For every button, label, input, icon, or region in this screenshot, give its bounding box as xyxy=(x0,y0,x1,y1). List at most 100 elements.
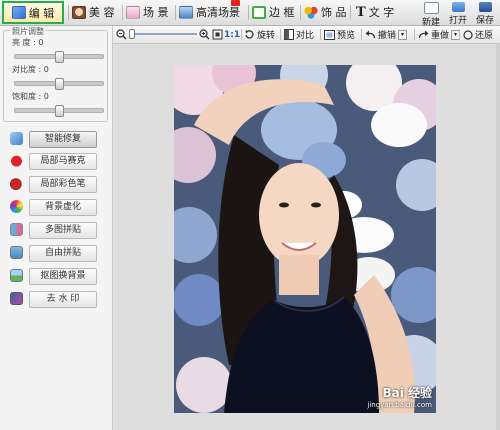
tab-accessory[interactable]: 饰 品 xyxy=(304,2,347,22)
open-folder-icon xyxy=(451,2,465,12)
watermark-brand: Bai 经验 xyxy=(382,386,432,400)
multi-collage-button[interactable]: 多图拼贴 xyxy=(29,222,97,239)
zoom-in-icon xyxy=(199,29,210,40)
fit-window-button[interactable] xyxy=(212,27,223,42)
free-collage-icon xyxy=(10,246,23,259)
new-file-icon xyxy=(423,2,439,14)
rotate-label: 旋转 xyxy=(257,31,276,41)
redo-icon xyxy=(418,30,429,38)
toolbar-divider xyxy=(241,29,242,40)
mosaic-button[interactable]: 局部马赛克 xyxy=(29,153,97,170)
main-tab-bar: 编 辑 美 容 场 景 高清场景 边 框 饰 品 T 文 字 新建 打开 保存 xyxy=(0,0,500,28)
preview-button[interactable]: 预览 xyxy=(324,27,355,42)
open-button[interactable]: 打开 xyxy=(445,2,471,26)
photo-adjust-title: 照片调整 xyxy=(10,26,46,37)
tab-divider xyxy=(248,5,249,20)
free-collage-button[interactable]: 自由拼贴 xyxy=(29,245,97,262)
save-button[interactable]: 保存 xyxy=(472,2,498,26)
toolbar-divider xyxy=(280,29,281,40)
remove-watermark-button[interactable]: 去 水 印 xyxy=(29,291,97,308)
contrast-label: 对比度 : 0 xyxy=(12,65,49,74)
tab-edit-label: 编 辑 xyxy=(28,6,55,20)
tab-edit[interactable]: 编 辑 xyxy=(2,1,64,24)
heart-mosaic-icon xyxy=(10,154,23,167)
tab-frame[interactable]: 边 框 xyxy=(252,2,295,22)
zoom-slider-handle[interactable] xyxy=(129,29,135,39)
blur-bg-icon xyxy=(10,200,23,213)
toolbar-divider xyxy=(459,29,460,40)
fit-window-icon xyxy=(212,29,223,40)
redo-label: 重做 xyxy=(431,31,450,41)
undo-icon xyxy=(365,30,376,38)
image-canvas[interactable]: Bai 经验 jingyan.baidu.com xyxy=(113,44,497,430)
tab-hd-scene[interactable]: 高清场景 xyxy=(179,0,240,22)
zoom-out-icon xyxy=(116,29,127,40)
magic-repair-icon xyxy=(10,132,23,145)
tab-divider xyxy=(122,5,123,20)
accessory-icon xyxy=(304,5,318,19)
compare-button[interactable]: 对比 xyxy=(284,27,314,42)
brightness-slider-handle[interactable] xyxy=(55,51,64,63)
saturation-slider[interactable] xyxy=(14,105,104,117)
restore-label: 还原 xyxy=(475,31,494,41)
tab-divider xyxy=(175,5,176,20)
image-toolbar: 1:1 旋转 对比 预览 撤销 ▾ 重做 ▾ 还原 xyxy=(113,26,500,44)
brightness-slider[interactable] xyxy=(14,51,104,63)
actual-size-button[interactable]: 1:1 xyxy=(224,27,240,42)
contrast-slider[interactable] xyxy=(14,78,104,90)
tab-divider xyxy=(300,5,301,20)
watermark: Bai 经验 jingyan.baidu.com xyxy=(367,387,432,411)
photo-portrait-image xyxy=(174,65,436,413)
smart-repair-button[interactable]: 智能修复 xyxy=(29,131,97,148)
contrast-slider-handle[interactable] xyxy=(55,78,64,90)
beauty-face-icon xyxy=(72,5,86,19)
edit-icon xyxy=(11,6,26,19)
tab-accessory-label: 饰 品 xyxy=(321,6,347,19)
preview-label: 预览 xyxy=(337,31,356,41)
tab-frame-label: 边 框 xyxy=(269,6,295,19)
frame-icon xyxy=(252,5,266,19)
tab-text[interactable]: T 文 字 xyxy=(356,2,394,22)
tab-text-label: 文 字 xyxy=(368,6,395,19)
redo-button[interactable]: 重做 ▾ xyxy=(418,27,461,42)
saturation-label: 饱和度 : 0 xyxy=(12,92,49,101)
restore-icon xyxy=(463,29,473,40)
color-pen-icon xyxy=(10,177,23,190)
tab-beauty[interactable]: 美 容 xyxy=(72,2,115,22)
tab-divider xyxy=(350,5,351,20)
undo-button[interactable]: 撤销 ▾ xyxy=(365,27,408,42)
zoom-in-button[interactable] xyxy=(199,27,210,42)
left-panel: 照片调整 亮 度 : 0 对比度 : 0 饱和度 : 0 智能修复 局部马赛克 … xyxy=(0,26,113,430)
compare-icon xyxy=(284,29,294,40)
brightness-label: 亮 度 : 0 xyxy=(12,38,44,47)
tab-beauty-label: 美 容 xyxy=(89,6,115,19)
cutout-button[interactable]: 抠图换背景 xyxy=(29,268,97,285)
canvas-scrollbar[interactable] xyxy=(496,44,500,430)
remove-watermark-icon xyxy=(10,292,23,305)
rotate-button[interactable]: 旋转 xyxy=(244,27,275,42)
tab-scene-label: 场 景 xyxy=(143,6,169,19)
undo-dropdown-icon[interactable]: ▾ xyxy=(398,29,408,40)
new-button[interactable]: 新建 xyxy=(418,2,444,28)
toolbar-divider xyxy=(414,29,415,40)
watermark-url: jingyan.baidu.com xyxy=(367,401,432,409)
tab-divider xyxy=(68,5,69,20)
multi-collage-icon xyxy=(10,223,23,236)
saturation-slider-handle[interactable] xyxy=(55,105,64,117)
preview-icon xyxy=(324,29,335,40)
zoom-slider[interactable] xyxy=(129,33,197,35)
toolbar-divider xyxy=(361,29,362,40)
open-button-label: 打开 xyxy=(448,16,467,26)
toolbar-divider xyxy=(320,29,321,40)
hd-badge xyxy=(231,0,240,6)
color-pen-button[interactable]: 局部彩色笔 xyxy=(29,176,97,193)
edited-photo[interactable]: Bai 经验 jingyan.baidu.com xyxy=(174,65,436,413)
text-icon: T xyxy=(356,4,366,20)
hd-scene-icon xyxy=(179,5,193,19)
scene-icon xyxy=(126,5,140,19)
tab-scene[interactable]: 场 景 xyxy=(126,2,169,22)
blur-bg-button[interactable]: 背景虚化 xyxy=(29,199,97,216)
zoom-out-button[interactable] xyxy=(116,27,127,42)
restore-button[interactable]: 还原 xyxy=(463,27,493,42)
photo-adjust-group: 照片调整 亮 度 : 0 对比度 : 0 饱和度 : 0 xyxy=(3,26,108,122)
